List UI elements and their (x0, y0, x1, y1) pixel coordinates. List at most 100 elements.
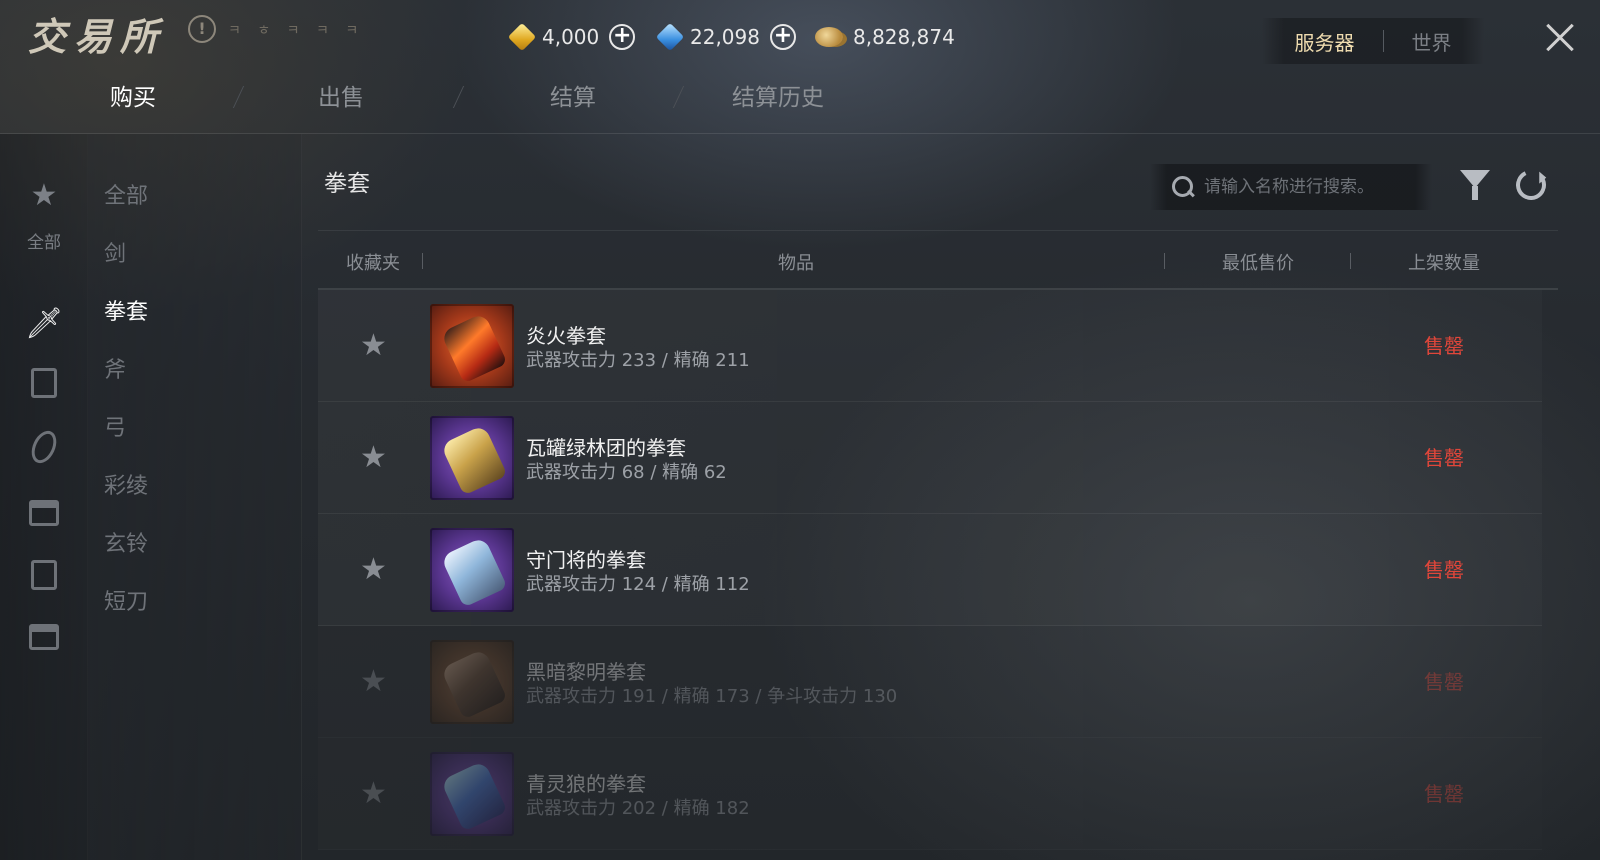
subcategory-bow[interactable]: 弓 (104, 410, 126, 442)
tab-settlement-history[interactable]: 结算历史 (732, 78, 824, 112)
sword-icon: 🗡 (24, 306, 64, 341)
currency-blue: 22,098 + (655, 22, 796, 52)
favorite-star-icon[interactable]: ★ (360, 664, 387, 699)
exchange-window: 交易所 ! ㅋ ㅎ ㅋ ㅋ ㅋ 4,000 + 22,098 + 8,828,8… (0, 0, 1600, 860)
table-row[interactable]: ★ 守门将的拳套 武器攻击力 124 / 精确 112 售罄 (318, 514, 1542, 626)
subcategory-all[interactable]: 全部 (104, 178, 148, 210)
rail-item-accessory[interactable] (0, 426, 88, 468)
rail-item-weapon[interactable]: 🗡 (0, 306, 88, 342)
exchange-logo: 交易所 (28, 14, 167, 59)
chest-icon (29, 500, 59, 526)
tab-sell[interactable]: 出售 (318, 78, 364, 112)
subcategory-gauntlet[interactable]: 拳套 (104, 294, 148, 326)
star-icon: ★ (30, 178, 58, 213)
sold-out-status: 售罄 (1424, 446, 1464, 470)
table-row[interactable]: ★ 炎火拳套 武器攻击力 233 / 精确 211 售罄 (318, 290, 1542, 402)
item-stats: 武器攻击力 124 / 精确 112 (526, 574, 750, 595)
armor-icon (31, 368, 57, 398)
tab-divider (672, 86, 685, 108)
item-thumbnail (430, 752, 514, 836)
sold-out-status: 售罄 (1424, 670, 1464, 694)
gold-gem-icon (507, 22, 537, 52)
category-icon-rail: ★ 全部 🗡 (0, 134, 88, 860)
sold-out-status: 售罄 (1424, 782, 1464, 806)
gauntlet-icon (440, 760, 508, 832)
rail-item-book[interactable] (0, 560, 88, 590)
rail-item-all-label: 全部 (27, 233, 61, 253)
tab-divider (232, 86, 245, 108)
favorite-star-icon[interactable]: ★ (360, 328, 387, 363)
book-icon (31, 560, 57, 590)
search-icon[interactable] (1172, 176, 1194, 198)
subcategory-list: 全部 剑 拳套 斧 弓 彩绫 玄铃 短刀 (88, 134, 302, 860)
rail-item-box[interactable] (0, 624, 88, 650)
add-gold-button[interactable]: + (609, 24, 636, 50)
server-toggle: 服务器 世界 (1262, 18, 1484, 64)
favorite-star-icon[interactable]: ★ (360, 552, 387, 587)
currency-coin: 8,828,874 (815, 22, 955, 52)
server-toggle-world[interactable]: 世界 (1412, 27, 1452, 56)
ring-icon (26, 426, 62, 468)
favorite-star-icon[interactable]: ★ (360, 440, 387, 475)
table-header: 收藏夹 物品 最低售价 上架数量 (318, 230, 1558, 290)
subcategory-sword[interactable]: 剑 (104, 236, 126, 268)
item-stats: 武器攻击力 191 / 精确 173 / 争斗攻击力 130 (526, 686, 898, 707)
column-item[interactable]: 物品 (778, 249, 814, 275)
tab-bar: 购买 出售 结算 结算历史 (0, 78, 900, 118)
add-blue-button[interactable]: + (769, 24, 796, 50)
favorite-star-icon[interactable]: ★ (360, 776, 387, 811)
gauntlet-icon (440, 536, 508, 608)
item-thumbnail (430, 640, 514, 724)
column-favorites[interactable]: 收藏夹 (346, 249, 400, 275)
logo-subtitle: ㅋ ㅎ ㅋ ㅋ ㅋ (228, 23, 365, 39)
tab-settlement[interactable]: 结算 (550, 78, 596, 112)
gauntlet-icon (440, 648, 508, 720)
item-stats: 武器攻击力 68 / 精确 62 (526, 462, 727, 483)
subcategory-dagger[interactable]: 短刀 (104, 584, 148, 616)
subcategory-ribbon[interactable]: 彩绫 (104, 468, 148, 500)
close-icon[interactable] (1540, 18, 1580, 58)
subcategory-bell[interactable]: 玄铃 (104, 526, 148, 558)
box-icon (29, 624, 59, 650)
rail-item-all[interactable]: ★ 全部 (0, 178, 88, 253)
tab-divider (452, 86, 465, 108)
search-input[interactable] (1204, 177, 1424, 197)
table-row[interactable]: ★ 青灵狼的拳套 武器攻击力 202 / 精确 182 售罄 (318, 738, 1542, 850)
header: 交易所 ! ㅋ ㅎ ㅋ ㅋ ㅋ 4,000 + 22,098 + 8,828,8… (0, 0, 1600, 134)
item-name: 瓦罐绿林团的拳套 (526, 436, 686, 460)
column-divider (1350, 253, 1351, 269)
search-box[interactable] (1150, 164, 1432, 210)
coin-icon (815, 27, 843, 47)
column-listing-count[interactable]: 上架数量 (1408, 249, 1480, 275)
server-toggle-divider (1382, 30, 1384, 52)
subcategory-axe[interactable]: 斧 (104, 352, 126, 384)
rail-item-chest[interactable] (0, 500, 88, 526)
sold-out-status: 售罄 (1424, 334, 1464, 358)
item-thumbnail (430, 304, 514, 388)
item-list-panel: 拳套 收藏夹 物品 最低售价 上架数量 ★ 炎火拳套 武器攻击力 233 / 精… (302, 134, 1600, 860)
table-row[interactable]: ★ 黑暗黎明拳套 武器攻击力 191 / 精确 173 / 争斗攻击力 130 … (318, 626, 1542, 738)
item-name: 黑暗黎明拳套 (526, 660, 646, 684)
page-title: 拳套 (324, 171, 370, 197)
rail-item-armor[interactable] (0, 368, 88, 398)
info-icon[interactable]: ! (188, 15, 216, 43)
server-toggle-server[interactable]: 服务器 (1295, 27, 1355, 56)
item-stats: 武器攻击力 233 / 精确 211 (526, 350, 750, 371)
gauntlet-icon (440, 424, 508, 496)
item-name: 炎火拳套 (526, 324, 606, 348)
gauntlet-icon (440, 312, 508, 384)
item-name: 守门将的拳套 (526, 548, 646, 572)
item-thumbnail (430, 416, 514, 500)
item-name: 青灵狼的拳套 (526, 772, 646, 796)
refresh-icon[interactable] (1511, 165, 1551, 205)
column-lowest-price[interactable]: 最低售价 (1222, 249, 1294, 275)
blue-gem-icon (655, 22, 685, 52)
table-row[interactable]: ★ 瓦罐绿林团的拳套 武器攻击力 68 / 精确 62 售罄 (318, 402, 1542, 514)
item-stats: 武器攻击力 202 / 精确 182 (526, 798, 750, 819)
currency-gold: 4,000 + (507, 22, 636, 52)
column-divider (1164, 253, 1165, 269)
tab-buy[interactable]: 购买 (110, 78, 156, 112)
currency-coin-value: 8,828,874 (853, 25, 955, 49)
item-rows: ★ 炎火拳套 武器攻击力 233 / 精确 211 售罄 ★ 瓦罐绿林团的拳套 … (318, 290, 1558, 850)
filter-icon[interactable] (1460, 170, 1490, 200)
